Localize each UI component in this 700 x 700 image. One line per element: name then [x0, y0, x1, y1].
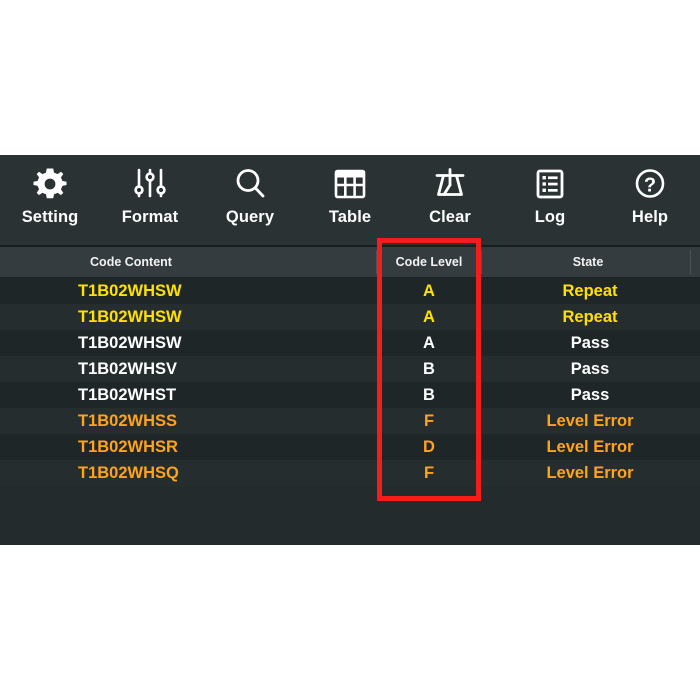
toolbar-button-setting[interactable]: Setting	[0, 155, 100, 245]
toolbar-button-help[interactable]: ? Help	[600, 155, 700, 245]
sliders-icon	[129, 161, 171, 207]
cell-code-level: B	[423, 360, 435, 378]
cell-code-content: T1B02WHSW	[78, 282, 182, 300]
table-row[interactable]: T1B02WHSV B Pass	[0, 356, 700, 382]
cell-code-level: F	[423, 464, 435, 482]
table-grid-icon	[329, 161, 371, 207]
cell-state: Repeat	[562, 308, 618, 326]
cell-state: Level Error	[546, 464, 634, 482]
toolbar-label-log: Log	[534, 208, 566, 226]
search-icon	[229, 161, 271, 207]
toolbar-button-format[interactable]: Format	[100, 155, 200, 245]
cell-code-content: T1B02WHSV	[78, 360, 178, 378]
list-document-icon	[529, 161, 571, 207]
toolbar-label-format: Format	[121, 208, 179, 226]
cell-code-content: T1B02WHST	[78, 386, 177, 404]
table-row[interactable]: T1B02WHSW A Pass	[0, 330, 700, 356]
column-header-state[interactable]: State	[573, 256, 604, 269]
cell-state: Level Error	[546, 438, 634, 456]
cell-state: Pass	[570, 334, 610, 352]
cell-code-level: B	[423, 386, 435, 404]
column-header-code-level[interactable]: Code Level	[396, 256, 463, 269]
results-table: Code Content Code Level State T1B02WHSW A…	[0, 247, 700, 545]
cell-code-content: T1B02WHSQ	[78, 464, 179, 482]
table-row[interactable]: T1B02WHSW A Repeat	[0, 304, 700, 330]
cell-state: Pass	[570, 386, 610, 404]
table-row[interactable]: T1B02WHSW A Repeat	[0, 278, 700, 304]
scanner-app-panel: Setting Format Query Table Clear Log ? H…	[0, 155, 700, 545]
table-header-row: Code Content Code Level State	[0, 247, 700, 278]
gear-icon	[29, 161, 71, 207]
cell-code-content: T1B02WHSS	[78, 412, 178, 430]
toolbar-button-clear[interactable]: Clear	[400, 155, 500, 245]
toolbar-label-clear: Clear	[429, 208, 471, 226]
toolbar-label-setting: Setting	[21, 208, 79, 226]
toolbar-label-query: Query	[225, 208, 275, 226]
cell-code-content: T1B02WHSW	[78, 334, 182, 352]
toolbar-button-log[interactable]: Log	[500, 155, 600, 245]
cell-code-level: F	[423, 412, 435, 430]
cell-code-level: A	[423, 282, 435, 300]
cell-state: Level Error	[546, 412, 634, 430]
svg-text:?: ?	[644, 174, 656, 196]
cell-code-content: T1B02WHSW	[78, 308, 182, 326]
table-body: T1B02WHSW A Repeat T1B02WHSW A Repeat T1B02WHS…	[0, 278, 700, 486]
toolbar-label-help: Help	[631, 208, 669, 226]
toolbar-button-table[interactable]: Table	[300, 155, 400, 245]
header-divider-2	[481, 250, 482, 274]
table-row[interactable]: T1B02WHSR D Level Error	[0, 434, 700, 460]
header-divider-3	[690, 250, 691, 274]
cell-code-content: T1B02WHSR	[78, 438, 178, 456]
main-toolbar: Setting Format Query Table Clear Log ? H…	[0, 155, 700, 247]
cell-code-level: A	[423, 308, 435, 326]
table-row[interactable]: T1B02WHST B Pass	[0, 382, 700, 408]
cell-code-level: A	[423, 334, 435, 352]
toolbar-label-table: Table	[328, 208, 372, 226]
cell-state: Pass	[570, 360, 610, 378]
question-circle-icon: ?	[629, 161, 671, 207]
screenshot-root: Setting Format Query Table Clear Log ? H…	[0, 0, 700, 700]
column-header-code-content[interactable]: Code Content	[90, 256, 172, 269]
cell-code-level: D	[423, 438, 435, 456]
toolbar-button-query[interactable]: Query	[200, 155, 300, 245]
broom-icon	[429, 161, 471, 207]
table-row[interactable]: T1B02WHSS F Level Error	[0, 408, 700, 434]
cell-state: Repeat	[562, 282, 618, 300]
header-divider-1	[376, 250, 377, 274]
table-row[interactable]: T1B02WHSQ F Level Error	[0, 460, 700, 486]
